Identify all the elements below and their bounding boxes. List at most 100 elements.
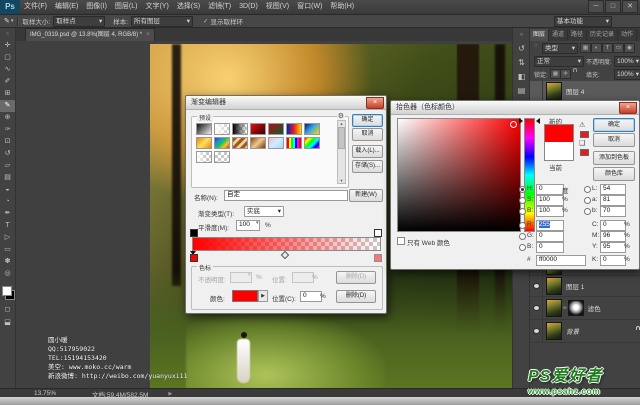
presets-scrollbar[interactable]: ▲ ▼ (337, 120, 346, 184)
r-radio[interactable] (519, 222, 526, 229)
workspace-switcher[interactable]: 基本功能▾ (554, 16, 612, 27)
lab-b-radio[interactable] (584, 208, 591, 215)
color-picker-title[interactable]: 拾色器（色标颜色） (391, 101, 639, 115)
gradient-preset[interactable] (232, 123, 248, 135)
a-input[interactable]: 81 (600, 195, 626, 206)
eraser-tool[interactable]: ▱ (0, 160, 15, 172)
eye-icon[interactable] (534, 284, 539, 288)
b-input[interactable]: 100 (536, 206, 564, 217)
b2-input[interactable]: 0 (536, 242, 564, 253)
color-libraries-button[interactable]: 颜色库 (593, 167, 635, 181)
color-field[interactable] (397, 118, 521, 232)
color-stop-right[interactable] (374, 254, 382, 262)
minimize-button[interactable]: ─ (588, 0, 604, 13)
hand-tool[interactable]: ✽ (0, 256, 15, 268)
lock-position-icon[interactable]: ✛ (560, 69, 571, 79)
filter-shape-icon[interactable]: ▭ (613, 43, 624, 53)
dodge-tool[interactable]: ◔ (0, 196, 15, 208)
crop-tool[interactable]: ⊞ (0, 88, 15, 100)
tab-channels[interactable]: 通道 (549, 29, 568, 41)
layer-thumbnail[interactable] (546, 299, 562, 317)
opacity-value[interactable]: 100%▾ (614, 56, 640, 67)
layer-row-4[interactable]: 图层 4 (530, 81, 640, 101)
web-colors-label[interactable]: 只有 Web 颜色 (407, 237, 450, 247)
tab-paths[interactable]: 路径 (568, 29, 587, 41)
menu-view[interactable]: 视图(V) (262, 0, 293, 14)
menu-3d[interactable]: 3D(D) (235, 0, 262, 14)
pen-tool[interactable]: ✒ (0, 208, 15, 220)
tab-actions[interactable]: 动作 (618, 29, 637, 41)
scroll-up-icon[interactable]: ▲ (338, 121, 345, 126)
hex-input[interactable]: ff0000 (536, 255, 586, 266)
layer-row-background[interactable]: 背景 (530, 320, 640, 343)
gradient-preset[interactable] (232, 137, 248, 149)
ok-button[interactable]: 确定 (593, 118, 635, 132)
info-panel-icon[interactable]: ▤ (513, 84, 530, 98)
clone-stamp-tool[interactable]: ⊡ (0, 136, 15, 148)
gradient-preset[interactable] (196, 137, 212, 149)
layer-thumbnail[interactable] (546, 277, 562, 295)
lasso-tool[interactable]: ∿ (0, 64, 15, 76)
close-icon[interactable]: × (619, 102, 637, 114)
gradient-preset[interactable] (214, 137, 230, 149)
collapse-panels-icon[interactable]: « (513, 28, 530, 42)
properties-panel-icon[interactable]: ⇅ (513, 56, 530, 70)
web-color-chip[interactable] (580, 149, 589, 156)
visibility-toggle[interactable] (530, 81, 543, 100)
midpoint-diamond[interactable] (281, 251, 289, 259)
gradient-tool[interactable]: ▤ (0, 172, 15, 184)
opacity-stop-left[interactable] (190, 229, 198, 237)
fill-value[interactable]: 100%▾ (614, 69, 640, 80)
layer-name[interactable]: 图层 4 (566, 86, 584, 96)
menu-image[interactable]: 图像(I) (82, 0, 111, 14)
blur-tool[interactable]: ◒ (0, 184, 15, 196)
tab-layers[interactable]: 图层 (530, 29, 549, 41)
shape-tool[interactable]: ▭ (0, 244, 15, 256)
status-menu-icon[interactable]: ▶ (168, 391, 172, 397)
lab-b-input[interactable]: 70 (600, 206, 626, 217)
menu-edit[interactable]: 编辑(E) (51, 0, 82, 14)
marquee-tool[interactable]: ▢ (0, 52, 15, 64)
m-input[interactable]: 96 (600, 231, 626, 242)
ok-button[interactable]: 确定 (352, 114, 383, 127)
filter-adjustment-icon[interactable]: ◐ (591, 43, 602, 53)
brush-tool[interactable]: ✑ (0, 124, 15, 136)
zoom-level[interactable]: 13.75% (34, 390, 56, 397)
path-selection-tool[interactable]: ▷ (0, 232, 15, 244)
stop-color-swatch[interactable] (232, 290, 258, 302)
layer-mask-thumbnail[interactable] (568, 300, 584, 316)
add-to-swatches-button[interactable]: 添加到色板 (593, 151, 635, 165)
menu-file[interactable]: 文件(F) (20, 0, 51, 14)
layer-row-screen[interactable]: ∞ 滤色 (530, 297, 640, 320)
menu-select[interactable]: 选择(S) (173, 0, 204, 14)
visibility-toggle[interactable] (530, 276, 543, 296)
visibility-toggle[interactable] (530, 320, 543, 342)
gradient-name-input[interactable]: 自定 (224, 190, 348, 201)
layer-thumbnail[interactable] (546, 322, 562, 340)
gradient-preset[interactable] (286, 137, 302, 149)
gradient-editor-title[interactable]: 渐变编辑器 (186, 96, 386, 110)
hue-slider[interactable] (524, 118, 535, 232)
check-icon[interactable]: ✓ (203, 17, 208, 25)
gradient-preset[interactable] (268, 123, 284, 135)
zoom-tool[interactable]: ◎ (0, 268, 15, 280)
delete-color-button[interactable]: 删除(D) (336, 290, 376, 303)
layer-name[interactable]: 图层 1 (566, 281, 584, 291)
gradient-preset[interactable] (214, 123, 230, 135)
gradient-type-dropdown[interactable]: 实底▾ (244, 206, 284, 217)
eyedropper-icon[interactable]: ✎ (4, 17, 10, 25)
gear-icon[interactable]: ⚙ (337, 112, 345, 120)
sample-dropdown[interactable]: 所有图层▾ (131, 16, 193, 27)
close-icon[interactable]: × (366, 97, 384, 109)
eyedropper-tool[interactable]: ✎ (0, 100, 15, 112)
cancel-button[interactable]: 取消 (593, 133, 635, 147)
k-input[interactable]: 0 (600, 255, 626, 266)
r-input[interactable]: 255 (539, 221, 550, 228)
gradient-preset[interactable] (304, 137, 320, 149)
gradient-preset[interactable] (268, 137, 284, 149)
menu-type[interactable]: 文字(Y) (141, 0, 172, 14)
gradient-preset[interactable] (196, 151, 212, 163)
visibility-toggle[interactable] (530, 297, 543, 319)
close-button[interactable]: ✕ (622, 0, 638, 13)
layer-name[interactable]: 滤色 (588, 303, 601, 313)
